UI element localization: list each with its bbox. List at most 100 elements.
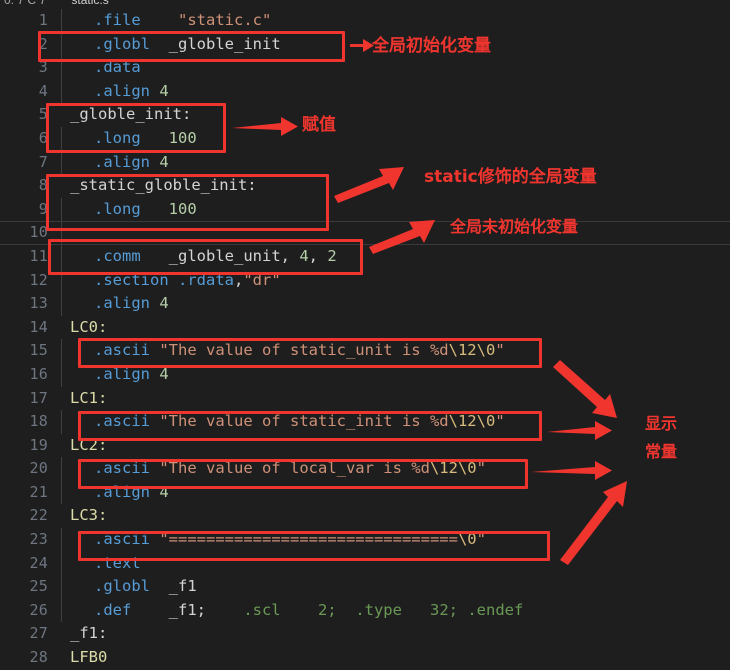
code-line[interactable]: 7 .align 4 [0, 150, 730, 175]
code-line[interactable]: 6 .long 100 [0, 126, 730, 151]
line-number: 25 [29, 577, 48, 596]
code-line[interactable]: 20 .ascii "The value of local_var is %d\1… [0, 457, 730, 481]
breadcrumb-path[interactable]: 0. 7 C 7 [4, 0, 46, 7]
code-text: .ascii "The value of static_unit is %d\1… [94, 339, 505, 363]
code-line[interactable]: 1 .file "static.c" [0, 9, 730, 33]
code-token: .rdata [178, 270, 234, 289]
code-line[interactable]: 24 .text [0, 551, 730, 576]
breadcrumb-file[interactable]: static.s [71, 0, 108, 7]
line-number: 3 [38, 58, 48, 77]
indent-guide [61, 222, 62, 244]
line-number: 20 [29, 459, 48, 478]
indent-guide [61, 528, 62, 552]
line-number: 12 [29, 270, 48, 289]
code-text: .ascii "===============================\… [94, 528, 486, 552]
code-line[interactable]: 21 .align 4 [0, 480, 730, 505]
code-text: .long 100 [94, 198, 197, 222]
code-token: _f1: [70, 624, 108, 643]
code-text: .align 4 [94, 481, 169, 505]
code-line[interactable]: 3 .data [0, 56, 730, 80]
code-line[interactable]: 14 LC0: [0, 316, 730, 340]
code-token: .long [94, 128, 141, 147]
code-token: "static.c" [178, 11, 272, 29]
code-text: .align 4 [94, 80, 169, 104]
code-line[interactable]: 4 .align 4 [0, 79, 730, 104]
code-token: , [308, 246, 328, 265]
indent-guide [61, 32, 62, 57]
code-token: .ascii [94, 412, 150, 431]
code-line[interactable]: 10 [0, 221, 730, 245]
code-line[interactable]: 8 _static_globle_init: [0, 174, 730, 198]
code-line[interactable]: 16 .align 4 [0, 362, 730, 387]
code-line[interactable]: 11 .comm _globle_unit, 4, 2 [0, 244, 730, 269]
code-text: LC2: [70, 434, 107, 458]
code-text: .long 100 [94, 127, 197, 151]
code-lines[interactable]: 1 .file "static.c" 2 .globl _globle_init 3 .d… [0, 9, 730, 670]
code-token: .comm [94, 246, 141, 265]
code-line[interactable]: 2 .globl _globle_init [0, 32, 730, 57]
line-number: 13 [29, 294, 48, 313]
line-number: 28 [29, 648, 48, 667]
indent-guide [61, 150, 62, 175]
code-line[interactable]: 12 .section .rdata,"dr" [0, 268, 730, 293]
breadcrumb[interactable]: 0. 7 C 7 static.s [0, 0, 730, 9]
code-line[interactable]: 18 .ascii "The value of static_init is %d… [0, 410, 730, 434]
indent-guide [61, 79, 62, 104]
code-line[interactable]: 28 LFB0 [0, 646, 730, 670]
code-line[interactable]: 26 .def _f1; .scl 2; .type 32; .endef [0, 598, 730, 623]
code-token: .globl [94, 34, 150, 53]
code-token: .align [94, 482, 150, 501]
indent-guide [61, 9, 62, 33]
code-token: .data [94, 58, 141, 77]
code-line[interactable]: 22 LC3: [0, 504, 730, 528]
code-text: .align 4 [94, 363, 169, 387]
line-number: 14 [29, 317, 48, 336]
line-number: 4 [38, 81, 48, 100]
code-token: "The value of static_unit is %d [159, 341, 449, 360]
code-line[interactable]: 9 .long 100 [0, 197, 730, 222]
code-token: .scl [243, 600, 281, 619]
code-token: 100 [168, 199, 197, 218]
line-number: 24 [29, 553, 48, 572]
code-token: 4 [299, 246, 309, 265]
code-line[interactable]: 19 LC2: [0, 434, 730, 458]
code-token: LFB0 [70, 648, 108, 667]
code-token: 2; [317, 600, 337, 619]
code-text: .align 4 [94, 151, 169, 175]
code-line[interactable]: 27 _f1: [0, 622, 730, 646]
code-token: "=============================== [159, 530, 458, 549]
code-token: "The value of local_var is %d [159, 459, 430, 478]
line-number: 18 [29, 412, 48, 431]
code-line[interactable]: 23 .ascii "==============================… [0, 528, 730, 552]
code-line[interactable]: 5 _globle_init: [0, 103, 730, 127]
code-token: 4 [159, 482, 169, 501]
code-token: 32; [429, 600, 458, 619]
code-token: " [476, 459, 486, 478]
code-line[interactable]: 25 .globl _f1 [0, 575, 730, 599]
code-editor[interactable]: 0. 7 C 7 static.s 1 .file "static.c" 2 .glo… [0, 0, 730, 666]
code-text: .data [94, 56, 141, 80]
indent-guide [61, 362, 62, 387]
line-number: 5 [38, 105, 48, 124]
code-text: .text [94, 552, 141, 576]
code-token: " [495, 412, 505, 431]
indent-guide [61, 56, 62, 80]
code-token: .align [94, 364, 150, 383]
code-token: .file [94, 11, 141, 29]
code-line[interactable]: 17 LC1: [0, 387, 730, 411]
code-text: LC3: [70, 504, 107, 528]
indent-guide [61, 575, 62, 599]
code-token: _globle_init: [70, 105, 192, 124]
line-number: 8 [38, 176, 48, 195]
code-line[interactable]: 13 .align 4 [0, 292, 730, 316]
code-line[interactable]: 15 .ascii "The value of static_unit is %d… [0, 339, 730, 363]
indent-guide [61, 197, 62, 222]
